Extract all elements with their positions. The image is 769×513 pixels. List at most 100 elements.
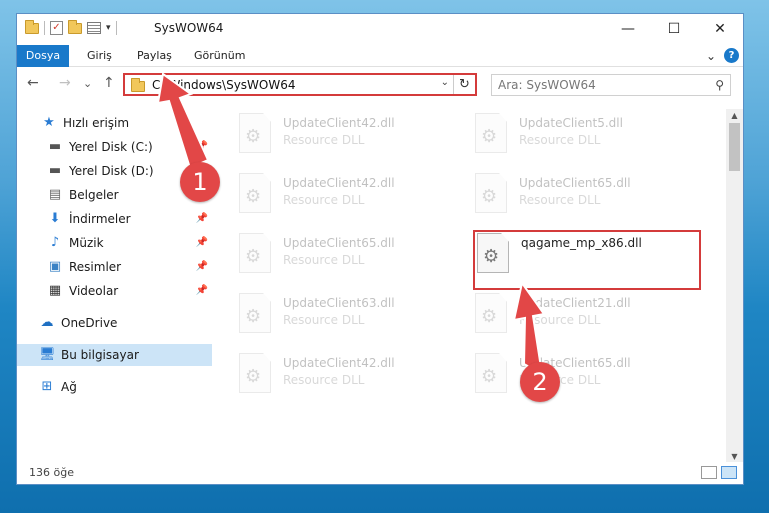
expand-ribbon-icon[interactable]: ⌄ <box>706 49 716 63</box>
drive-icon: ▬ <box>48 163 62 178</box>
file-type: Resource DLL <box>283 133 365 147</box>
sidebar-item-label: Hızlı erişim <box>63 116 130 130</box>
scroll-thumb[interactable] <box>729 123 740 171</box>
file-type: Resource DLL <box>519 193 601 207</box>
details-view-icon[interactable] <box>701 466 717 479</box>
file-item[interactable]: ⚙ UpdateClient5.dll Resource DLL <box>475 113 685 169</box>
address-path[interactable]: C:\Windows\SysWOW64 <box>152 78 296 92</box>
file-name: UpdateClient65.dll <box>519 176 631 190</box>
file-explorer-window: ✓ ▾ SysWOW64 — ☐ ✕ Dosya Giriş Paylaş Gö… <box>16 13 744 485</box>
properties-icon[interactable] <box>87 22 101 34</box>
forward-button[interactable]: → <box>59 75 71 91</box>
item-count: 136 öğe <box>29 466 74 479</box>
large-icons-view-icon[interactable] <box>721 466 737 479</box>
recent-locations-button[interactable]: ⌄ <box>83 77 92 90</box>
scroll-up-icon[interactable]: ▲ <box>726 109 743 123</box>
drive-icon: ▬ <box>48 139 62 154</box>
pin-icon: 📌 <box>195 237 208 248</box>
search-icon: ⚲ <box>715 78 724 92</box>
dll-file-icon: ⚙ <box>475 293 507 333</box>
quick-access-toolbar: ✓ ▾ <box>25 19 117 35</box>
dll-file-icon: ⚙ <box>475 353 507 393</box>
file-item[interactable]: ⚙ UpdateClient65.dllResource DLL <box>239 233 449 289</box>
title-bar: ✓ ▾ SysWOW64 — ☐ ✕ <box>17 14 743 44</box>
file-item[interactable]: ⚙ UpdateClient65.dllResource DLL <box>475 173 685 229</box>
file-name: UpdateClient21.dll <box>519 296 631 310</box>
up-button[interactable]: ↑ <box>103 75 115 91</box>
tab-giris[interactable]: Giriş <box>87 45 112 67</box>
folder-icon <box>131 77 145 92</box>
dll-file-icon: ⚙ <box>475 113 507 153</box>
file-type: Resource DLL <box>283 313 365 327</box>
file-item[interactable]: ⚙ UpdateClient65.dllResource DLL <box>475 353 685 409</box>
search-input[interactable]: Ara: SysWOW64 ⚲ <box>491 74 731 96</box>
tab-paylas[interactable]: Paylaş <box>137 45 172 67</box>
pin-icon: 📌 <box>195 213 208 224</box>
sidebar-item-quick-access[interactable]: ★ Hızlı erişim <box>17 112 212 134</box>
download-icon: ⬇ <box>49 211 61 226</box>
ribbon-right-controls: ⌄ ? <box>706 48 739 63</box>
address-bar[interactable]: C:\Windows\SysWOW64 ⌄ ↻ <box>123 73 477 96</box>
file-item[interactable]: ⚙ UpdateClient21.dll Resource DLL <box>475 293 685 349</box>
sidebar-item-videos[interactable]: ▦ Videolar 📌 <box>17 280 212 302</box>
pin-icon: 📌 <box>195 141 208 152</box>
refresh-button[interactable]: ↻ <box>453 75 475 94</box>
computer-icon: 🖥 <box>39 347 56 362</box>
sidebar-item-this-pc[interactable]: 🖥 Bu bilgisayar <box>17 344 212 366</box>
video-icon: ▦ <box>48 283 62 298</box>
file-item[interactable]: ⚙ UpdateClient42.dll Resource DLL <box>239 173 449 229</box>
file-highlight-box <box>473 230 701 290</box>
file-type: Resource DLL <box>519 313 601 327</box>
pin-icon: 📌 <box>195 285 208 296</box>
customize-toolbar-icon[interactable]: ▾ <box>106 23 111 33</box>
file-name: UpdateClient5.dll <box>519 116 623 130</box>
window-controls: — ☐ ✕ <box>605 14 743 44</box>
toolbar-divider <box>44 21 45 35</box>
maximize-button[interactable]: ☐ <box>651 14 697 44</box>
new-folder-icon[interactable] <box>68 19 82 34</box>
callout-1: 1 <box>180 162 220 202</box>
window-title: SysWOW64 <box>154 21 224 35</box>
sidebar-item-label: Bu bilgisayar <box>61 348 139 362</box>
sidebar-item-music[interactable]: ♪ Müzik 📌 <box>17 232 212 254</box>
document-icon: ▤ <box>48 187 62 202</box>
file-type: Resource DLL <box>283 373 365 387</box>
close-button[interactable]: ✕ <box>697 14 743 44</box>
picture-icon: ▣ <box>48 259 62 274</box>
sidebar-item-label: OneDrive <box>61 316 118 330</box>
properties-check-icon[interactable]: ✓ <box>50 21 63 35</box>
sidebar-item-label: Resimler <box>69 260 122 274</box>
sidebar-item-onedrive[interactable]: ☁ OneDrive <box>17 312 212 334</box>
callout-2: 2 <box>520 362 560 402</box>
file-item[interactable]: ⚙ UpdateClient42.dll Resource DLL <box>239 113 449 169</box>
dll-file-icon: ⚙ <box>239 113 271 153</box>
sidebar-item-pictures[interactable]: ▣ Resimler 📌 <box>17 256 212 278</box>
file-name: UpdateClient42.dll <box>283 356 395 370</box>
star-icon: ★ <box>43 115 55 130</box>
file-item[interactable]: ⚙ UpdateClient42.dll Resource DLL <box>239 353 449 409</box>
folder-icon <box>25 19 39 34</box>
sidebar-item-disk-c[interactable]: ▬ Yerel Disk (C:) 📌 <box>17 136 212 158</box>
ribbon-tabs: Dosya Giriş Paylaş Görünüm ⌄ ? <box>17 45 743 67</box>
address-dropdown-icon[interactable]: ⌄ <box>441 77 449 88</box>
file-item[interactable]: ⚙ UpdateClient63.dll Resource DLL <box>239 293 449 349</box>
help-icon[interactable]: ? <box>724 48 739 63</box>
minimize-button[interactable]: — <box>605 14 651 44</box>
sidebar-item-network[interactable]: ⊞ Ağ <box>17 376 212 398</box>
sidebar-item-label: Yerel Disk (D:) <box>69 164 154 178</box>
dll-file-icon: ⚙ <box>239 353 271 393</box>
tab-gorunum[interactable]: Görünüm <box>194 45 245 67</box>
file-name: UpdateClient42.dll <box>283 116 395 130</box>
sidebar-item-label: Videolar <box>69 284 119 298</box>
network-icon: ⊞ <box>41 379 53 394</box>
sidebar-item-label: Yerel Disk (C:) <box>69 140 153 154</box>
sidebar-item-label: İndirmeler <box>69 212 131 226</box>
sidebar-item-label: Ağ <box>61 380 77 394</box>
navigation-pane: ★ Hızlı erişim ▬ Yerel Disk (C:) 📌 ▬ Yer… <box>17 109 212 454</box>
tab-dosya[interactable]: Dosya <box>17 45 69 67</box>
vertical-scrollbar[interactable]: ▲ ▼ <box>726 109 743 464</box>
sidebar-item-downloads[interactable]: ⬇ İndirmeler 📌 <box>17 208 212 230</box>
navigation-bar: ← → ⌄ ↑ C:\Windows\SysWOW64 ⌄ ↻ Ara: Sys… <box>17 70 743 100</box>
toolbar-divider <box>115 21 117 35</box>
back-button[interactable]: ← <box>27 75 39 91</box>
